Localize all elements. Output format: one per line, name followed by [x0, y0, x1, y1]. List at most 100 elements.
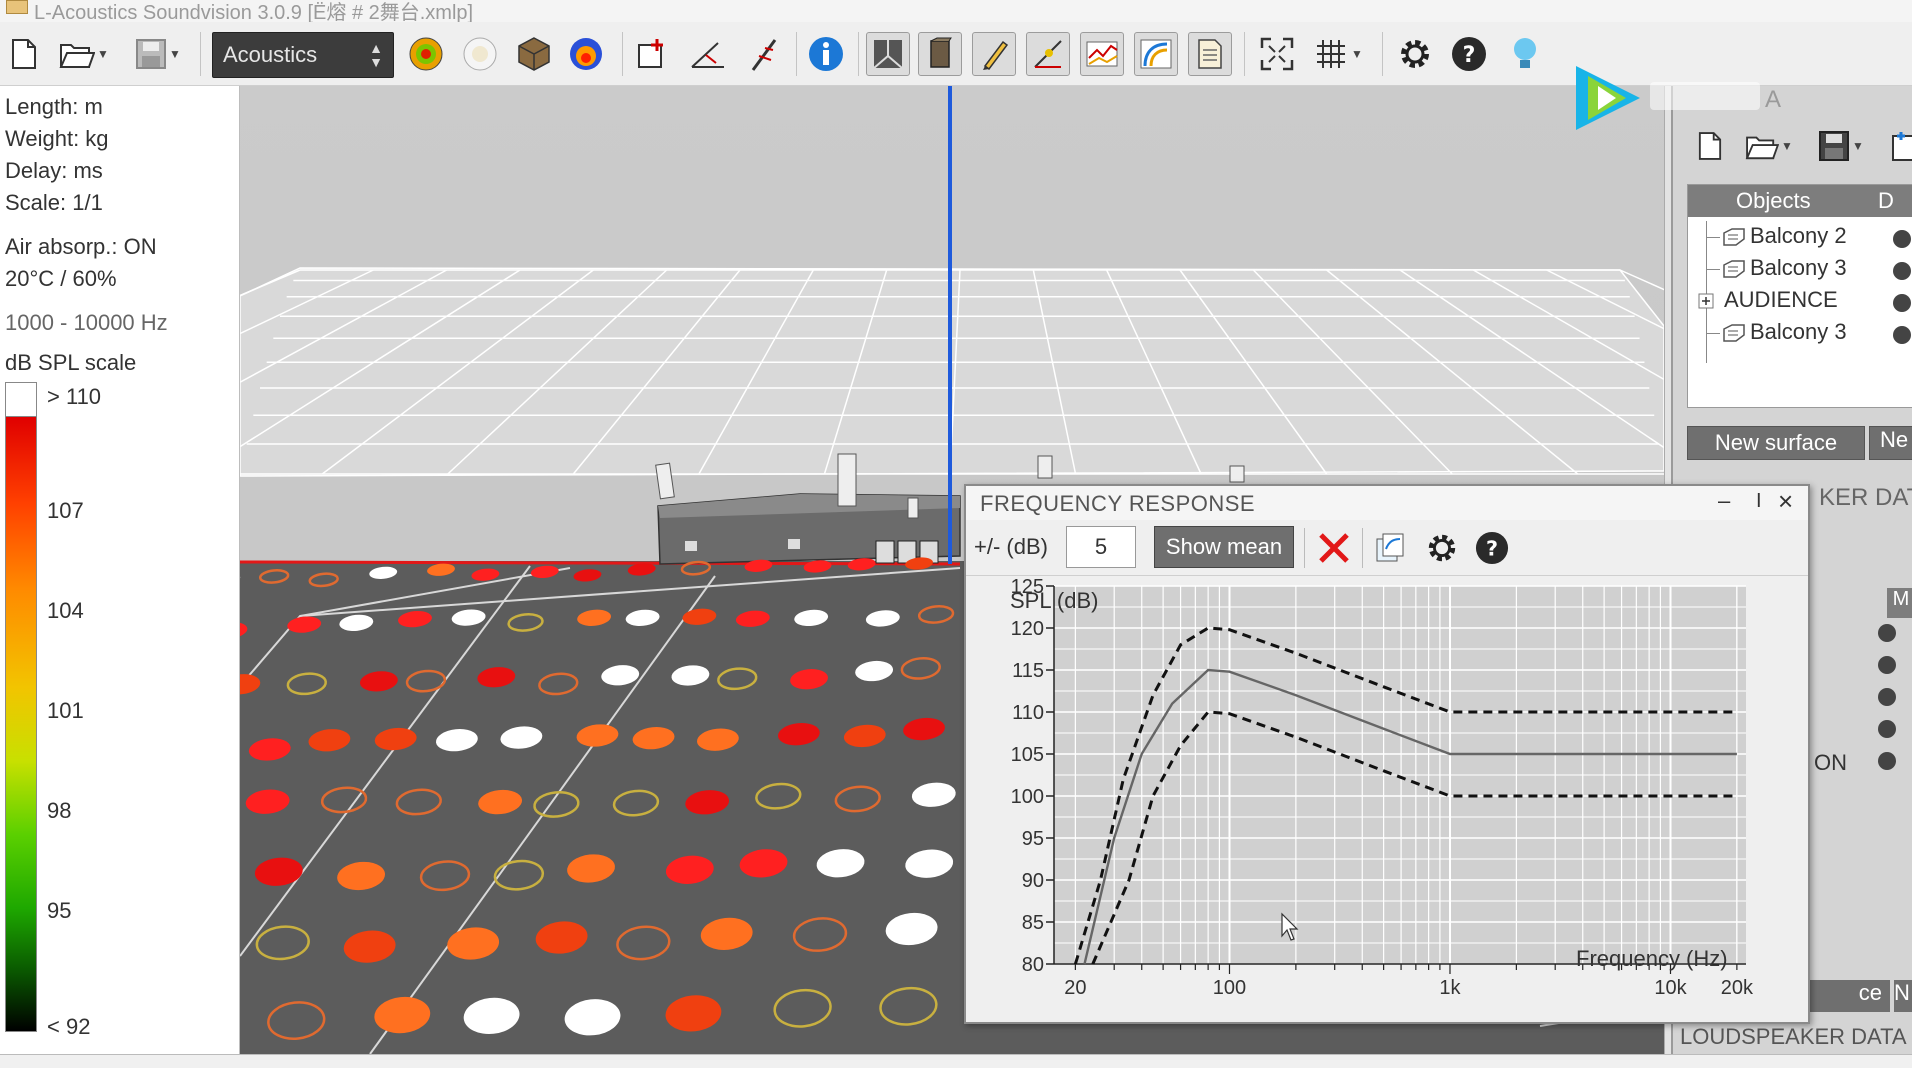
- objects-column-header[interactable]: Objects: [1736, 188, 1811, 214]
- color-map-icon[interactable]: [1080, 32, 1124, 76]
- frequency-response-chart[interactable]: 80859095100105110115120125 20 100 1k 10k 20k…: [966, 578, 1808, 1018]
- visibility-dot[interactable]: [1893, 326, 1911, 344]
- new-button[interactable]: Ne: [1869, 426, 1912, 460]
- tree-item-balcony-3[interactable]: Balcony 3: [1688, 253, 1912, 285]
- grid-icon[interactable]: ▼: [1310, 36, 1366, 72]
- close-button[interactable]: ×: [1778, 486, 1793, 517]
- toolbar-divider: [1382, 32, 1383, 76]
- y-tick-label: 90: [1022, 870, 1044, 892]
- cabinet-icon[interactable]: [918, 32, 962, 76]
- delay-unit: Delay: ms: [5, 158, 103, 183]
- save-icon[interactable]: ▼: [1813, 128, 1869, 164]
- video-watermark-logo: [1576, 66, 1760, 130]
- x-tick-label: 20: [1064, 977, 1086, 999]
- y-tick-label: 105: [1011, 744, 1044, 766]
- visibility-dot[interactable]: [1878, 688, 1896, 706]
- info-icon[interactable]: [804, 36, 848, 72]
- y-tick-label: 95: [1022, 828, 1044, 850]
- delete-curve-icon[interactable]: [1314, 528, 1354, 568]
- visibility-dot[interactable]: [1878, 752, 1896, 770]
- expand-plus-icon[interactable]: [1698, 293, 1714, 309]
- spl-level-label: > 110: [47, 384, 102, 409]
- tree-item-audience[interactable]: AUDIENCE: [1688, 285, 1912, 317]
- show-mean-button[interactable]: Show mean: [1154, 526, 1294, 568]
- mapping-tool-icon[interactable]: [1026, 32, 1070, 76]
- gear-icon[interactable]: [1394, 36, 1436, 72]
- y-tick-label: 110: [1012, 702, 1044, 724]
- chevron-down-icon[interactable]: ▼: [169, 47, 181, 61]
- spl-level-label: 98: [47, 798, 72, 823]
- coverage-icon[interactable]: [566, 36, 606, 72]
- visibility-dot[interactable]: [1893, 262, 1911, 280]
- open-folder-icon[interactable]: ▼: [56, 36, 112, 72]
- copy-curve-icon[interactable]: [1370, 528, 1410, 568]
- svg-text:?: ?: [1486, 537, 1498, 561]
- frequency-response-titlebar[interactable]: FREQUENCY RESPONSE – I ×: [966, 486, 1808, 520]
- x-tick-label: 100: [1213, 977, 1246, 999]
- angle-tool-icon[interactable]: [686, 36, 730, 72]
- frequency-response-toolbar: +/- (dB) 5 Show mean ?: [966, 520, 1808, 576]
- fit-view-icon[interactable]: [1256, 36, 1298, 72]
- spl-scale-gradient: [6, 417, 36, 1031]
- visibility-dot[interactable]: [1878, 720, 1896, 738]
- view-3d-icon[interactable]: [866, 32, 910, 76]
- light-sphere-icon[interactable]: [460, 36, 500, 72]
- spl-color-scale: [5, 382, 37, 1032]
- x-tick-label: 1k: [1439, 977, 1461, 999]
- stage-marker: [685, 541, 697, 551]
- new-surface-button[interactable]: New surface: [1687, 426, 1865, 460]
- chevron-down-icon[interactable]: ▼: [1852, 139, 1864, 153]
- measure-tool-icon[interactable]: [742, 36, 786, 72]
- air-absorption: Air absorp.: ON: [5, 234, 157, 259]
- mode-select[interactable]: Acoustics ▲ ▼: [212, 32, 394, 78]
- spl-map-icon[interactable]: [406, 36, 446, 72]
- help-icon[interactable]: ?: [1472, 528, 1512, 568]
- add-object-icon[interactable]: [1885, 128, 1912, 164]
- surface-icon: [1723, 228, 1745, 246]
- add-object-icon[interactable]: [632, 36, 672, 72]
- chevron-down-icon[interactable]: ▼: [97, 47, 109, 61]
- y-tick-label: 80: [1022, 954, 1044, 976]
- tree-item-label: Balcony 3: [1750, 255, 1847, 280]
- tree-item-label: Balcony 3: [1750, 319, 1847, 344]
- toolbar-divider: [796, 32, 797, 76]
- tree-item-balcony-3b[interactable]: Balcony 3: [1688, 317, 1912, 349]
- stage-marker: [788, 539, 800, 549]
- tolerance-input[interactable]: 5: [1066, 526, 1136, 568]
- speaker-array: [1037, 455, 1053, 479]
- d-column-header[interactable]: D: [1878, 188, 1894, 214]
- source-button[interactable]: ce: [1800, 980, 1890, 1012]
- visibility-dot[interactable]: [1878, 624, 1896, 642]
- spl-scale-title: dB SPL scale: [5, 350, 137, 375]
- lightbulb-icon[interactable]: [1504, 36, 1546, 72]
- pin-button[interactable]: I: [1756, 490, 1762, 513]
- objects-tree: Objects D Balcony 2 Balcony 3 AUDIENCE B…: [1687, 184, 1912, 408]
- toolbar-divider: [622, 32, 623, 76]
- spl-level-label: 104: [47, 598, 84, 623]
- tree-item-balcony-2[interactable]: Balcony 2: [1688, 221, 1912, 253]
- save-icon[interactable]: ▼: [130, 36, 186, 72]
- edit-pen-icon[interactable]: [972, 32, 1016, 76]
- m-column-header[interactable]: M: [1887, 588, 1912, 618]
- dispersion-icon[interactable]: [1134, 32, 1178, 76]
- box-icon[interactable]: [514, 36, 554, 72]
- chevron-down-icon[interactable]: ▼: [1781, 139, 1793, 153]
- report-icon[interactable]: [1188, 32, 1232, 76]
- gear-icon[interactable]: [1422, 528, 1462, 568]
- updown-arrows-icon: ▲ ▼: [369, 40, 383, 70]
- visibility-dot[interactable]: [1893, 294, 1911, 312]
- frequency-band: 1000 - 10000 Hz: [5, 310, 168, 335]
- chevron-down-icon[interactable]: ▼: [1351, 47, 1363, 61]
- new-source-button[interactable]: N: [1894, 980, 1912, 1012]
- visibility-dot[interactable]: [1878, 656, 1896, 674]
- visibility-dot[interactable]: [1893, 230, 1911, 248]
- y-tick-label: 115: [1012, 660, 1044, 682]
- minimize-button[interactable]: –: [1718, 488, 1730, 514]
- y-tick-label: 100: [1011, 786, 1044, 808]
- new-file-icon[interactable]: [8, 36, 40, 72]
- speaker-array: [907, 497, 919, 519]
- status-bar: [0, 1054, 1912, 1068]
- x-tick-label: 10k: [1654, 977, 1687, 999]
- toolbar-divider: [1304, 528, 1305, 568]
- help-icon[interactable]: ?: [1448, 36, 1490, 72]
